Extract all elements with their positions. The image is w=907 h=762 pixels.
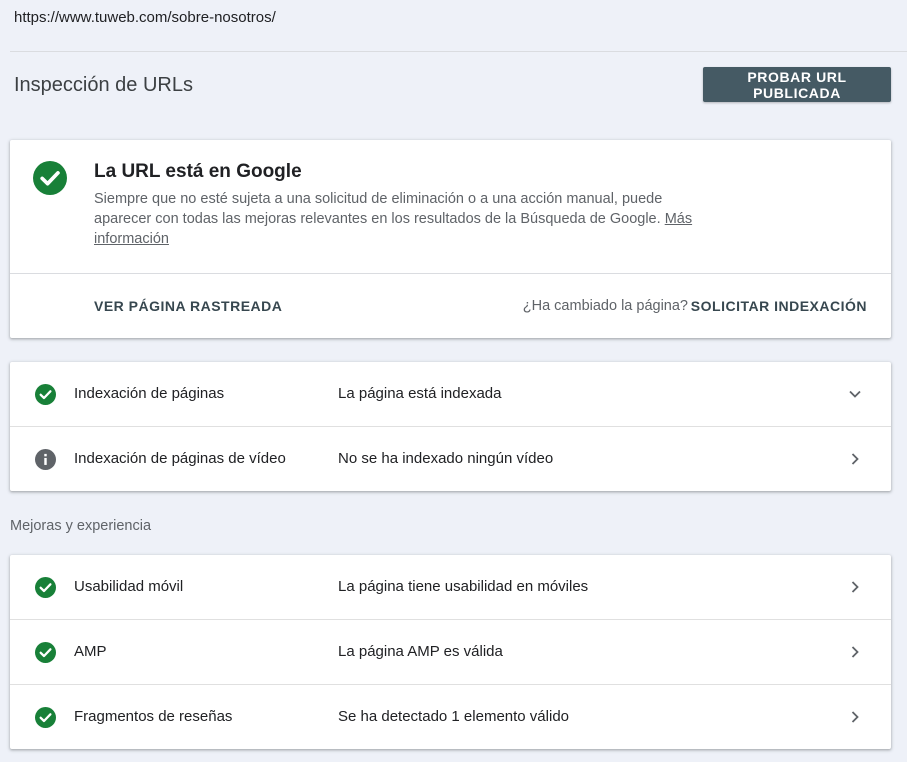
url-status-card: La URL está en Google Siempre que no est… — [10, 140, 891, 338]
row-mobile-usability[interactable]: Usabilidad móvil La página tiene usabili… — [10, 555, 891, 620]
row-label: Fragmentos de reseñas — [74, 708, 233, 725]
view-crawled-page-button[interactable]: VER PÁGINA RASTREADA — [94, 298, 282, 314]
enhancements-card: Usabilidad móvil La página tiene usabili… — [10, 555, 891, 749]
row-page-indexing[interactable]: Indexación de páginas La página está ind… — [10, 362, 891, 427]
test-live-url-button[interactable]: PROBAR URL PUBLICADA — [703, 67, 891, 102]
check-circle-icon — [35, 642, 56, 663]
row-value: La página AMP es válida — [338, 643, 503, 660]
row-label: Indexación de páginas de vídeo — [74, 450, 286, 467]
row-label: Indexación de páginas — [74, 385, 225, 402]
section-label-enhancements: Mejoras y experiencia — [10, 518, 152, 534]
row-value: La página está indexada — [338, 385, 502, 402]
chevron-down-icon[interactable] — [847, 386, 863, 402]
row-value: Se ha detectado 1 elemento válido — [338, 708, 569, 725]
row-label: Usabilidad móvil — [74, 578, 184, 595]
header-divider — [10, 51, 907, 52]
page-changed-question: ¿Ha cambiado la página? — [522, 298, 688, 314]
row-video-indexing[interactable]: Indexación de páginas de vídeo No se ha … — [10, 426, 891, 492]
page-title: Inspección de URLs — [14, 74, 193, 96]
chevron-right-icon[interactable] — [847, 579, 863, 595]
row-review-snippets[interactable]: Fragmentos de reseñas Se ha detectado 1 … — [10, 684, 891, 750]
check-circle-icon — [35, 707, 56, 728]
check-circle-icon — [35, 577, 56, 598]
row-amp[interactable]: AMP La página AMP es válida — [10, 619, 891, 685]
row-value: No se ha indexado ningún vídeo — [338, 450, 554, 467]
indexing-card: Indexación de páginas La página está ind… — [10, 362, 891, 491]
status-description-text: Siempre que no esté sujeta a una solicit… — [94, 191, 663, 227]
check-circle-icon — [35, 384, 56, 405]
chevron-right-icon[interactable] — [847, 644, 863, 660]
chevron-right-icon[interactable] — [847, 709, 863, 725]
request-indexing-button[interactable]: SOLICITAR INDEXACIÓN — [691, 298, 867, 314]
inspected-url: https://www.tuweb.com/sobre-nosotros/ — [14, 9, 276, 26]
row-value: La página tiene usabilidad en móviles — [338, 578, 589, 595]
status-title: La URL está en Google — [94, 161, 302, 182]
status-card-divider — [10, 273, 891, 274]
row-label: AMP — [74, 643, 107, 660]
check-circle-icon — [33, 161, 67, 195]
status-description: Siempre que no esté sujeta a una solicit… — [94, 189, 694, 249]
info-icon — [35, 449, 56, 470]
chevron-right-icon[interactable] — [847, 451, 863, 467]
